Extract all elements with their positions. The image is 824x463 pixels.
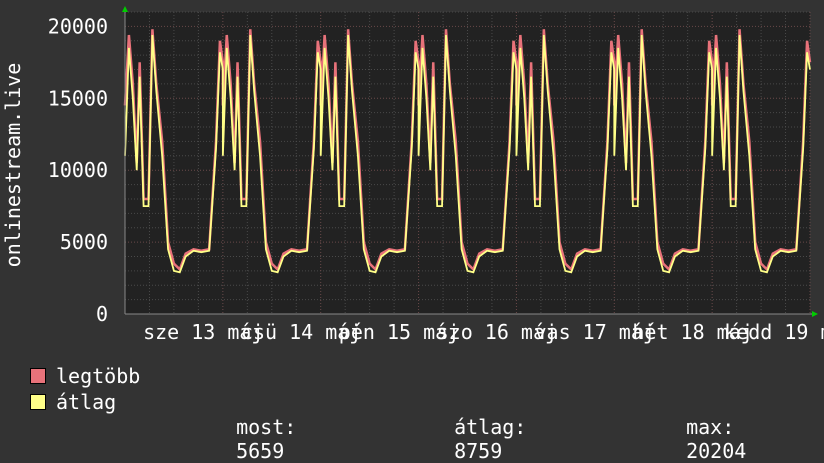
legend-swatch-max <box>30 368 46 384</box>
legend-swatch-avg <box>30 394 46 410</box>
y-tick-label: 10000 <box>48 158 108 182</box>
legend-label-max: legtöbb <box>56 364 141 388</box>
x-tick-label: kedd 19 máj <box>724 320 824 344</box>
stat-now-value: 5659 <box>236 439 285 463</box>
stat-max-label: max: <box>686 415 735 439</box>
legend-label-avg: átlag <box>56 390 117 414</box>
stat-avg-value: 8759 <box>454 439 503 463</box>
stat-max-value: 20204 <box>686 439 747 463</box>
stat-now-label: most: <box>236 415 297 439</box>
y-tick-label: 15000 <box>48 86 108 110</box>
y-tick-label: 5000 <box>60 230 108 254</box>
y-axis-arrow-icon <box>122 6 128 12</box>
x-axis-arrow-icon <box>812 311 818 317</box>
legend-item-max: legtöbb <box>30 364 141 388</box>
y-tick-labels: 0 5000 10000 15000 20000 <box>48 14 108 326</box>
x-tick-labels: sze 13 májcsü 14 májpén 15 májszo 16 máj… <box>143 320 824 344</box>
y-tick-label: 0 <box>96 302 108 326</box>
y-tick-label: 20000 <box>48 14 108 38</box>
y-axis-label: onlinestream.live <box>1 63 25 268</box>
stat-avg-label: átlag: <box>454 415 527 439</box>
stat-now: most: 5659 <box>212 391 296 463</box>
stat-max: max: 20204 <box>662 391 746 463</box>
stat-avg: átlag: 8759 <box>430 391 526 463</box>
legend-item-avg: átlag <box>30 390 117 414</box>
